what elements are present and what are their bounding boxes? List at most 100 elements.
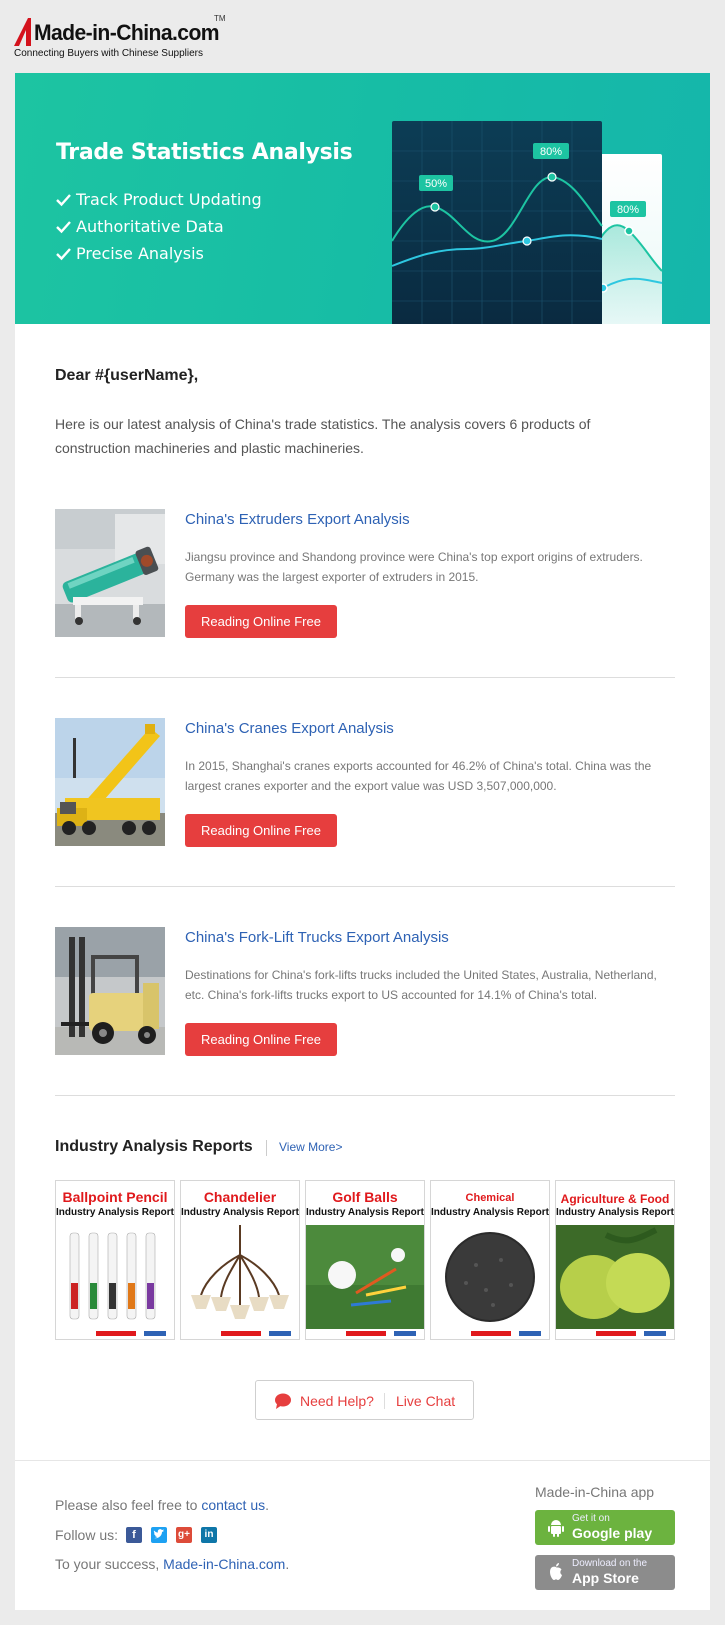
reading-online-free-button[interactable]: Reading Online Free bbox=[185, 605, 337, 638]
app-store-text: App Store bbox=[572, 1570, 639, 1586]
article-divider bbox=[55, 886, 675, 887]
contact-us-link[interactable]: contact us bbox=[201, 1497, 265, 1513]
google-play-text: Google play bbox=[572, 1525, 653, 1541]
chart-light-point-1 bbox=[624, 226, 634, 236]
crane-image[interactable] bbox=[55, 718, 165, 846]
live-chat-link[interactable]: Live Chat bbox=[396, 1393, 455, 1409]
report-footer-logo bbox=[96, 1331, 166, 1336]
report-name: Agriculture & Food bbox=[560, 1192, 670, 1206]
success-suffix: . bbox=[285, 1556, 290, 1572]
reading-online-free-button[interactable]: Reading Online Free bbox=[185, 814, 337, 847]
reading-online-free-button[interactable]: Reading Online Free bbox=[185, 1023, 337, 1056]
follow-label: Follow us: bbox=[55, 1527, 119, 1543]
report-subtitle: Industry Analysis Report bbox=[306, 1207, 424, 1218]
article-title-link[interactable]: China's Cranes Export Analysis bbox=[185, 720, 394, 737]
golf-balls-image bbox=[306, 1225, 424, 1329]
logo-text: Made-in-China.com bbox=[34, 20, 220, 45]
report-card-ballpoint-pencil[interactable]: Ballpoint Pencil Industry Analysis Repor… bbox=[55, 1180, 175, 1340]
logo-trademark: TM bbox=[214, 14, 226, 23]
app-store-button[interactable]: Download on the App Store bbox=[535, 1555, 675, 1590]
article-description: Jiangsu province and Shandong province w… bbox=[185, 550, 643, 584]
social-links: f g+ in bbox=[126, 1527, 217, 1543]
report-card-chemical[interactable]: Chemical Industry Analysis Report bbox=[430, 1180, 550, 1340]
report-card-agriculture-food[interactable]: Agriculture & Food Industry Analysis Rep… bbox=[555, 1180, 675, 1340]
google-play-button[interactable]: Get it on Google play bbox=[535, 1510, 675, 1545]
pencil-image bbox=[69, 1232, 156, 1320]
made-in-china-logo[interactable]: Made-in-China.com TM Connecting Buyers w… bbox=[14, 12, 244, 62]
report-name: Chemical bbox=[465, 1192, 515, 1204]
chart-dark-point-2 bbox=[547, 172, 557, 182]
article-divider bbox=[55, 1095, 675, 1096]
linkedin-icon[interactable]: in bbox=[201, 1527, 217, 1543]
hero-feature-item: Authoritative Data bbox=[56, 213, 262, 240]
logo-tagline: Connecting Buyers with Chinese Suppliers bbox=[14, 48, 203, 59]
twitter-icon[interactable] bbox=[151, 1527, 167, 1543]
hero-feature-item: Precise Analysis bbox=[56, 240, 262, 267]
contact-line: Please also feel free to contact us. bbox=[55, 1497, 269, 1513]
article-divider bbox=[55, 677, 675, 678]
report-subtitle: Industry Analysis Report bbox=[431, 1207, 549, 1218]
twitter-bird-glyph bbox=[153, 1529, 164, 1539]
hero-feature-list: Track Product Updating Authoritative Dat… bbox=[56, 186, 262, 267]
app-label: Made-in-China app bbox=[535, 1484, 655, 1500]
hero-feature-label: Precise Analysis bbox=[76, 244, 204, 263]
article-item: China's Fork-Lift Trucks Export Analysis… bbox=[55, 927, 675, 1056]
facebook-icon[interactable]: f bbox=[126, 1527, 142, 1543]
report-subtitle: Industry Analysis Report bbox=[56, 1207, 174, 1218]
article-item: China's Cranes Export Analysis In 2015, … bbox=[55, 718, 675, 847]
check-icon bbox=[56, 220, 71, 233]
view-more-link[interactable]: View More> bbox=[279, 1140, 342, 1154]
chandelier-image bbox=[191, 1225, 289, 1319]
check-icon bbox=[56, 247, 71, 260]
chart-dark-point-3 bbox=[522, 236, 532, 246]
article-title-link[interactable]: China's Fork-Lift Trucks Export Analysis bbox=[185, 929, 449, 946]
pomelo-image bbox=[556, 1225, 674, 1329]
google-plus-icon[interactable]: g+ bbox=[176, 1527, 192, 1543]
extruder-image[interactable] bbox=[55, 509, 165, 637]
report-card-golf-balls[interactable]: Golf Balls Industry Analysis Report bbox=[305, 1180, 425, 1340]
intro-text: Here is our latest analysis of China's t… bbox=[55, 416, 591, 456]
report-subtitle: Industry Analysis Report bbox=[181, 1207, 299, 1218]
chemical-image bbox=[445, 1232, 535, 1322]
made-in-china-link[interactable]: Made-in-China.com bbox=[163, 1556, 285, 1572]
success-line: To your success, Made-in-China.com. bbox=[55, 1556, 289, 1572]
report-footer-logo bbox=[471, 1331, 541, 1336]
article-description: Destinations for China's fork-lifts truc… bbox=[185, 968, 657, 1002]
success-prefix: To your success, bbox=[55, 1556, 164, 1572]
reports-title-separator bbox=[266, 1140, 267, 1156]
check-icon bbox=[56, 193, 71, 206]
need-help-link[interactable]: Need Help? bbox=[300, 1393, 374, 1409]
chat-bubble-icon bbox=[275, 1393, 291, 1409]
chart-dark-point-1 bbox=[430, 202, 440, 212]
help-separator bbox=[384, 1393, 385, 1409]
greeting: Dear #{userName}, bbox=[55, 367, 199, 384]
report-name: Golf Balls bbox=[332, 1189, 398, 1205]
chart-label-50: 50% bbox=[425, 178, 447, 190]
report-list: Ballpoint Pencil Industry Analysis Repor… bbox=[55, 1180, 677, 1340]
hero-banner: Trade Statistics Analysis Track Product … bbox=[15, 73, 710, 324]
contact-suffix: . bbox=[265, 1497, 270, 1513]
chart-label-80-right: 80% bbox=[617, 204, 639, 216]
hero-title: Trade Statistics Analysis bbox=[56, 140, 353, 165]
reports-section-title: Industry Analysis Reports bbox=[55, 1138, 253, 1155]
report-subtitle: Industry Analysis Report bbox=[556, 1207, 674, 1218]
report-card-chandelier[interactable]: Chandelier Industry Analysis Report bbox=[180, 1180, 300, 1340]
google-play-small-text: Get it on bbox=[572, 1513, 610, 1524]
forklift-image[interactable] bbox=[55, 927, 165, 1055]
chart-card-dark bbox=[392, 121, 602, 324]
hero-feature-label: Track Product Updating bbox=[76, 190, 262, 209]
hero-feature-label: Authoritative Data bbox=[76, 217, 224, 236]
app-store-small-text: Download on the bbox=[572, 1558, 648, 1569]
apple-icon bbox=[550, 1563, 562, 1580]
article-description: In 2015, Shanghai's cranes exports accou… bbox=[185, 759, 652, 793]
help-box: Need Help? Live Chat bbox=[255, 1380, 474, 1420]
report-name: Chandelier bbox=[203, 1189, 277, 1205]
report-footer-logo bbox=[596, 1331, 666, 1336]
footer-divider bbox=[15, 1460, 710, 1461]
android-icon bbox=[548, 1520, 564, 1537]
report-footer-logo bbox=[221, 1331, 291, 1336]
chart-label-80: 80% bbox=[540, 146, 562, 158]
report-footer-logo bbox=[346, 1331, 416, 1336]
article-item: China's Extruders Export Analysis Jiangs… bbox=[55, 509, 675, 638]
article-title-link[interactable]: China's Extruders Export Analysis bbox=[185, 511, 410, 528]
